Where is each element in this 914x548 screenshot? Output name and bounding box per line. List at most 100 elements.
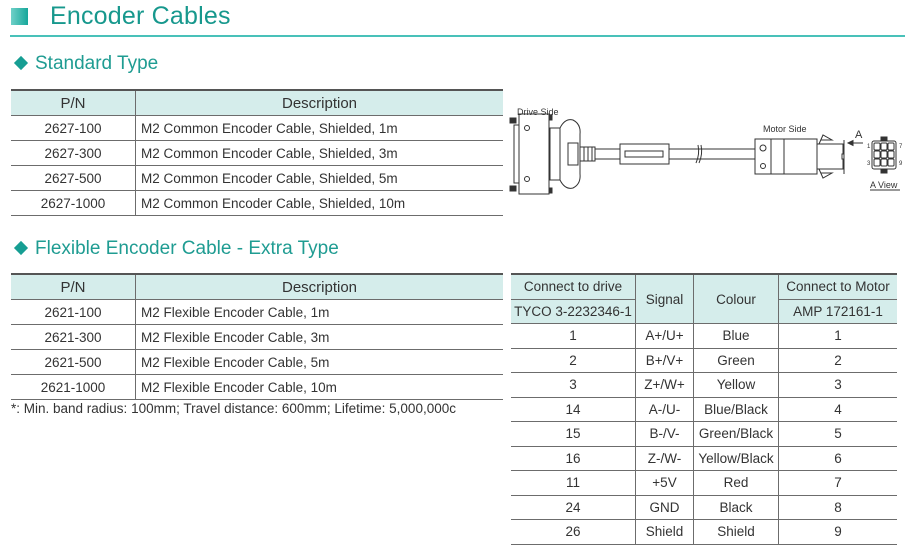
motor-pin: 8 [778,495,897,520]
title-divider [10,35,905,37]
part-number: 2627-500 [11,165,136,191]
table-row: 2621-300 M2 Flexible Encoder Cable, 3m [11,324,503,350]
description: M2 Flexible Encoder Cable, 5m [135,349,503,375]
column-header-colour: Colour [693,273,779,324]
wire-colour: Shield [693,519,779,545]
part-number: 2627-300 [11,140,136,166]
part-number: 2627-100 [11,115,136,141]
description: M2 Common Encoder Cable, Shielded, 10m [135,190,503,216]
motor-pin: 1 [778,323,897,349]
drive-side-label: Drive Side [517,107,559,117]
signal: GND [635,495,694,520]
drive-pin: 1 [511,323,636,349]
motor-pin: 9 [778,519,897,545]
column-header-pn: P/N [11,89,136,116]
flexible-cable-table: P/N Description 2621-100 M2 Flexible Enc… [11,273,503,400]
column-header-description: Description [135,89,503,116]
part-number: 2621-1000 [11,374,136,400]
drive-connector-part: TYCO 3-2232346-1 [511,299,636,324]
motor-pin: 5 [778,421,897,447]
pin-label: 7 [899,144,903,150]
pin-label: 9 [899,161,903,167]
diamond-bullet-icon [13,55,29,71]
part-number: 2621-100 [11,299,136,325]
table-row: 2621-100 M2 Flexible Encoder Cable, 1m [11,299,503,325]
column-header-signal: Signal [635,273,694,324]
table-row: 1 A+/U+ Blue 1 [511,323,897,349]
signal: +5V [635,470,694,496]
pinout-table: Connect to drive Signal Colour Connect t… [511,273,897,545]
motor-side-label: Motor Side [763,124,807,134]
standard-cable-table: P/N Description 2627-100 M2 Common Encod… [11,89,503,216]
wire-colour: Blue [693,323,779,349]
table-row: 14 A-/U- Blue/Black 4 [511,397,897,422]
drive-pin: 24 [511,495,636,520]
description: M2 Flexible Encoder Cable, 3m [135,324,503,350]
wire-colour: Blue/Black [693,397,779,422]
column-header-drive: Connect to drive [511,273,636,300]
drive-pin: 14 [511,397,636,422]
part-number: 2627-1000 [11,190,136,216]
column-header-pn: P/N [11,273,136,300]
arrow-label: A [855,129,863,141]
pin-label: 3 [867,161,871,167]
wire-colour: Yellow [693,372,779,398]
drive-pin: 26 [511,519,636,545]
section-heading-flexible: Flexible Encoder Cable - Extra Type [13,238,339,260]
motor-pin: 2 [778,348,897,373]
table-header-row: P/N Description [11,273,503,300]
motor-pin: 4 [778,397,897,422]
part-number: 2621-500 [11,349,136,375]
motor-pin: 3 [778,372,897,398]
part-number: 2621-300 [11,324,136,350]
table-row: 16 Z-/W- Yellow/Black 6 [511,446,897,471]
footnote: *: Min. band radius: 100mm; Travel dista… [11,401,456,416]
table-row: 2621-500 M2 Flexible Encoder Cable, 5m [11,349,503,375]
drive-pin: 11 [511,470,636,496]
description: M2 Common Encoder Cable, Shielded, 1m [135,115,503,141]
wire-colour: Black [693,495,779,520]
table-row: 24 GND Black 8 [511,495,897,520]
table-row: 2627-1000 M2 Common Encoder Cable, Shiel… [11,190,503,216]
table-header-row: P/N Description [11,89,503,116]
section-heading-standard: Standard Type [13,53,158,75]
section-heading-text: Flexible Encoder Cable - Extra Type [35,238,339,259]
signal: Z+/W+ [635,372,694,398]
column-header-description: Description [135,273,503,300]
description: M2 Common Encoder Cable, Shielded, 5m [135,165,503,191]
page-title: Encoder Cables [50,2,231,30]
signal: B-/V- [635,421,694,447]
a-view-label: A View [870,180,898,190]
drive-pin: 3 [511,372,636,398]
wire-colour: Yellow/Black [693,446,779,471]
table-row: 3 Z+/W+ Yellow 3 [511,372,897,398]
drive-connector-icon [509,113,596,195]
motor-pin: 7 [778,470,897,496]
wire-colour: Green [693,348,779,373]
page-header: Encoder Cables [10,2,905,37]
motor-pin: 6 [778,446,897,471]
table-header-row: Connect to drive Signal Colour Connect t… [511,273,897,324]
signal: A+/U+ [635,323,694,349]
description: M2 Flexible Encoder Cable, 1m [135,299,503,325]
table-row: 11 +5V Red 7 [511,470,897,496]
motor-connector-icon [754,134,845,179]
pin-grid-icon [871,136,897,174]
title-square-icon [11,8,28,25]
table-row: 2 B+/V+ Green 2 [511,348,897,373]
section-heading-text: Standard Type [35,53,159,74]
table-row: 2621-1000 M2 Flexible Encoder Cable, 10m [11,374,503,400]
table-row: 26 Shield Shield 9 [511,519,897,545]
wire-colour: Red [693,470,779,496]
diamond-bullet-icon [13,240,29,256]
drive-pin: 16 [511,446,636,471]
motor-connector-part: AMP 172161-1 [778,299,897,324]
column-header-motor: Connect to Motor [778,273,897,300]
table-row: 15 B-/V- Green/Black 5 [511,421,897,447]
table-row: 2627-100 M2 Common Encoder Cable, Shield… [11,115,503,141]
table-row: 2627-500 M2 Common Encoder Cable, Shield… [11,165,503,191]
signal: B+/V+ [635,348,694,373]
drive-pin: 2 [511,348,636,373]
description: M2 Common Encoder Cable, Shielded, 3m [135,140,503,166]
signal: Shield [635,519,694,545]
